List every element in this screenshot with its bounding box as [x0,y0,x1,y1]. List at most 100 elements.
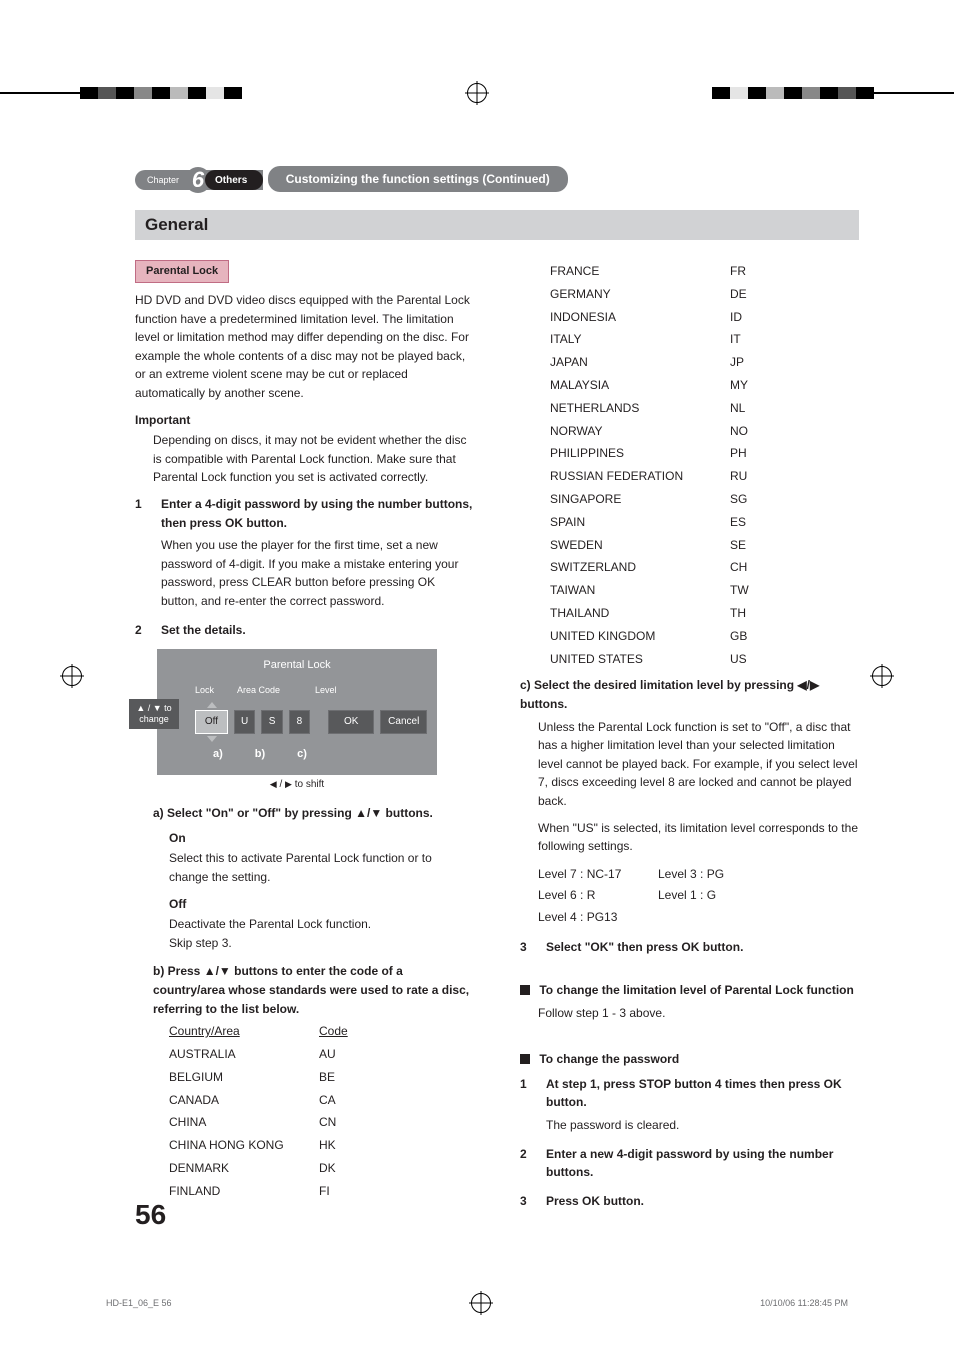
intro-text: HD DVD and DVD video discs equipped with… [135,291,474,403]
code-cell: MY [730,374,770,397]
code-cell: TW [730,579,770,602]
chapter-section: Others [205,170,263,190]
table-row: TAIWANTW [550,579,859,602]
table-row: GERMANYDE [550,283,859,306]
code-cell: NO [730,420,770,443]
step-3-title: Select "OK" then press OK button. [546,940,743,954]
diagram-s-cell: S [261,710,282,734]
code-cell: RU [730,465,770,488]
country-cell: INDONESIA [550,306,730,329]
country-cell: UNITED STATES [550,648,730,671]
parental-lock-heading: Parental Lock [135,260,229,283]
table-row: CANADACA [169,1089,474,1112]
diagram-label-a: a) [213,746,223,763]
right-column: FRANCEFRGERMANYDEINDONESIAIDITALYITJAPAN… [520,260,859,1220]
diagram-ok-cell: OK [328,710,375,734]
arrow-down-icon [207,736,217,742]
diagram-label-c: c) [297,746,307,763]
page-subtitle: Customizing the function settings (Conti… [268,166,568,192]
country-cell: AUSTRALIA [169,1043,319,1066]
code-cell: IT [730,328,770,351]
level-cell [658,907,758,929]
change-pw-title: To change the password [539,1052,679,1066]
code-cell: CN [319,1111,359,1134]
country-cell: BELGIUM [169,1066,319,1089]
step-1-body: When you use the player for the first ti… [161,536,474,610]
table-row: CHINACN [169,1111,474,1134]
step-a-title: a) Select "On" or "Off" by pressing ▲/▼ … [153,804,474,823]
table-row: CHINA HONG KONGHK [169,1134,474,1157]
off-label: Off [169,895,474,914]
pw-step-3-title: Press OK button. [546,1194,644,1208]
footer-right: 10/10/06 11:28:45 PM [760,1298,848,1308]
table-row: Level 6 : RLevel 1 : G [538,885,859,907]
table-row: SWEDENSE [550,534,859,557]
table-row: AUSTRALIAAU [169,1043,474,1066]
country-cell: GERMANY [550,283,730,306]
country-cell: SPAIN [550,511,730,534]
country-cell: CHINA HONG KONG [169,1134,319,1157]
diagram-off-cell: Off [195,710,228,734]
page-content: Chapter 6 Others Customizing the functio… [135,130,859,1231]
table-row: UNITED STATESUS [550,648,859,671]
country-cell: UNITED KINGDOM [550,625,730,648]
code-cell: US [730,648,770,671]
chapter-label: Chapter [147,175,179,185]
off-text1: Deactivate the Parental Lock function. [169,915,474,934]
diagram-head-level: Level [315,684,345,698]
level-cell: Level 6 : R [538,885,658,907]
square-bullet-icon [520,985,530,995]
code-cell: ES [730,511,770,534]
pw-step-3: 3 Press OK button. [520,1192,859,1211]
on-label: On [169,829,474,848]
country-cell: DENMARK [169,1157,319,1180]
section-title: General [135,210,859,240]
off-text2: Skip step 3. [169,934,474,953]
country-cell: NORWAY [550,420,730,443]
code-cell: NL [730,397,770,420]
code-cell: TH [730,602,770,625]
country-cell: PHILIPPINES [550,442,730,465]
country-cell: SWITZERLAND [550,556,730,579]
country-table-left: Country/Area Code AUSTRALIAAUBELGIUMBECA… [135,1020,474,1202]
left-column: Parental Lock HD DVD and DVD video discs… [135,260,474,1220]
chapter-pill: Chapter 6 Others [135,170,263,190]
diagram-8-cell: 8 [289,710,310,734]
country-cell: RUSSIAN FEDERATION [550,465,730,488]
diagram-head-area: Area Code [237,684,307,698]
step-1: 1 Enter a 4-digit password by using the … [135,495,474,611]
table-row: FRANCEFR [550,260,859,283]
registration-top [0,78,954,108]
step-1-title: Enter a 4-digit password by using the nu… [161,497,472,530]
table-row: SINGAPORESG [550,488,859,511]
registration-mark-icon [62,666,82,686]
diagram-cancel-cell: Cancel [380,710,427,734]
code-cell: BE [319,1066,359,1089]
col-header-code: Code [319,1020,359,1043]
country-cell: FINLAND [169,1180,319,1203]
country-cell: TAIWAN [550,579,730,602]
pw-step-2-title: Enter a new 4-digit password by using th… [546,1147,833,1180]
code-cell: GB [730,625,770,648]
country-cell: ITALY [550,328,730,351]
country-cell: THAILAND [550,602,730,625]
table-row: Level 7 : NC-17Level 3 : PG [538,864,859,886]
code-cell: SG [730,488,770,511]
level-cell: Level 4 : PG13 [538,907,658,929]
pw-step-2: 2 Enter a new 4-digit password by using … [520,1145,859,1182]
step-3: 3 Select "OK" then press OK button. [520,938,859,957]
footer-left: HD-E1_06_E 56 [106,1298,172,1308]
arrow-up-icon [207,702,217,708]
registration-mark-icon [471,1293,491,1313]
code-cell: AU [319,1043,359,1066]
table-row: UNITED KINGDOMGB [550,625,859,648]
country-cell: MALAYSIA [550,374,730,397]
step-2-title: Set the details. [161,623,246,637]
code-cell: ID [730,306,770,329]
page-number: 56 [135,1199,166,1231]
diagram-title: Parental Lock [167,657,427,674]
col-header-country: Country/Area [169,1020,319,1043]
table-row: NETHERLANDSNL [550,397,859,420]
registration-mark-icon [872,666,892,686]
change-level-title: To change the limitation level of Parent… [539,983,853,997]
